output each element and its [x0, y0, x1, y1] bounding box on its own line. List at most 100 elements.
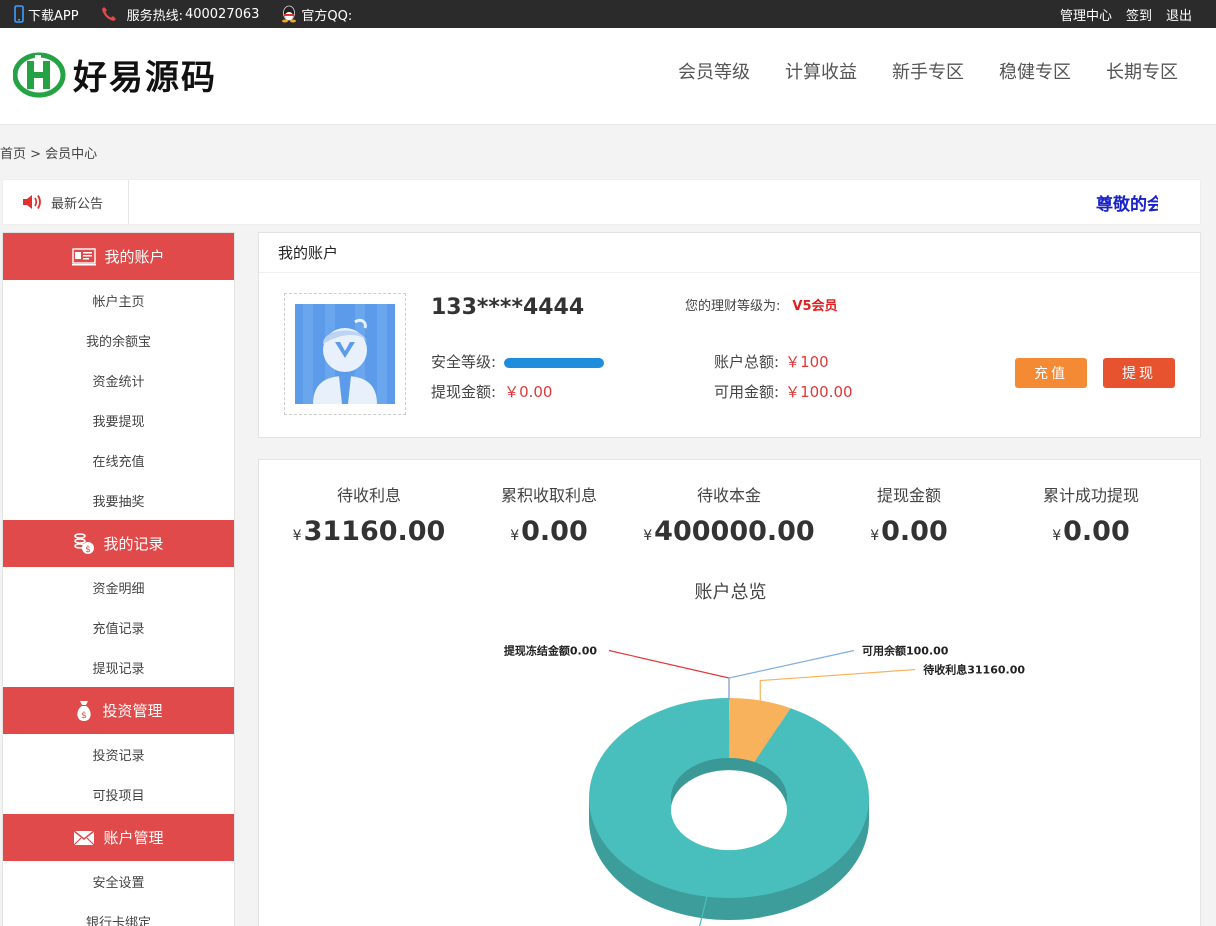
sidebar-item-recharge[interactable]: 在线充值 — [3, 440, 234, 480]
sidebar-item-lottery[interactable]: 我要抽奖 — [3, 480, 234, 520]
top-bar: 下载APP 服务热线: 400027063 官方QQ: 管理中心 签到 退出 — [0, 0, 1216, 28]
sidebar-item-bank-card[interactable]: 银行卡绑定 — [3, 901, 234, 926]
sidebar-item-fund-stats[interactable]: 资金统计 — [3, 360, 234, 400]
site-logo[interactable]: 好易源码 — [13, 50, 217, 99]
logo-mark-icon — [13, 52, 66, 97]
sidebar-section-title: 我的账户 — [104, 248, 165, 266]
sign-in-link[interactable]: 签到 — [1126, 5, 1152, 24]
security-level: 安全等级: — [431, 351, 605, 372]
vip-avatar-icon — [295, 304, 395, 404]
stat-pending-principal: 待收本金 ¥400000.00 — [639, 482, 819, 547]
currency-symbol: ¥ — [510, 528, 520, 544]
security-level-bar — [504, 357, 605, 368]
stat-total-withdrawn: 累计成功提现 ¥0.00 — [1001, 482, 1181, 547]
sidebar-item-recharge-records[interactable]: 充值记录 — [3, 607, 234, 647]
sidebar-item-available-projects[interactable]: 可投项目 — [3, 774, 234, 814]
account-panel-title: 我的账户 — [259, 233, 1200, 273]
sidebar-item-invest-records[interactable]: 投资记录 — [3, 734, 234, 774]
stat-label: 累计成功提现 — [1042, 486, 1139, 505]
stat-pending-interest: 待收利息 ¥31160.00 — [279, 482, 459, 547]
account-total: 账户总额: ￥100 — [714, 351, 829, 372]
telephone-icon — [101, 7, 116, 21]
member-level-label: 您的理财等级为: — [685, 299, 781, 314]
qq-penguin-icon — [282, 5, 297, 23]
stats-panel: 待收利息 ¥31160.00 累积收取利息 ¥0.00 待收本金 ¥400000… — [258, 459, 1201, 926]
svg-text:$: $ — [86, 545, 92, 555]
stat-number: 0.00 — [521, 516, 588, 547]
sidebar-section-title: 我的记录 — [103, 535, 164, 553]
hotline-label: 服务热线: — [126, 8, 183, 24]
available-amount-value: ￥100.00 — [785, 383, 853, 401]
currency-symbol: ¥ — [1052, 528, 1062, 544]
logo-text: 好易源码 — [73, 58, 217, 98]
sidebar-section-investment[interactable]: $ 投资管理 — [3, 687, 234, 734]
sidebar-section-title: 投资管理 — [102, 702, 163, 720]
stat-value: ¥0.00 — [1001, 516, 1181, 547]
member-level-value: V5会员 — [792, 299, 838, 314]
sidebar-item-balance-treasure[interactable]: 我的余额宝 — [3, 320, 234, 360]
available-amount-label: 可用金额: — [714, 383, 780, 401]
currency-symbol: ¥ — [870, 528, 880, 544]
notice-marquee[interactable]: 尊敬的会员 — [1096, 180, 1158, 224]
donut-label: 可用余额100.00 — [862, 644, 949, 658]
qq-info: 官方QQ: — [281, 5, 352, 24]
site-header: 好易源码 会员等级 计算收益 新手专区 稳健专区 长期专区 — [0, 28, 1216, 125]
stat-label: 待收本金 — [696, 486, 761, 505]
breadcrumb: 首页 > 会员中心 — [0, 147, 98, 162]
stat-label: 提现金额 — [876, 486, 941, 505]
notice-text: 尊敬的会员 — [1096, 194, 1158, 215]
sidebar-section-my-account[interactable]: 我的账户 — [3, 233, 234, 280]
currency-symbol: ¥ — [643, 528, 653, 544]
withdraw-button[interactable]: 提现 — [1103, 358, 1175, 388]
sidebar-item-withdraw-records[interactable]: 提现记录 — [3, 647, 234, 687]
nav-steady-zone[interactable]: 稳健专区 — [999, 58, 1071, 84]
sidebar-item-account-home[interactable]: 帐户主页 — [3, 280, 234, 320]
currency-symbol: ¥ — [292, 528, 302, 544]
donut-hole — [671, 770, 787, 851]
sidebar-section-my-records[interactable]: $ 我的记录 — [3, 520, 234, 567]
notice-label: 最新公告 — [51, 196, 104, 212]
sidebar-item-fund-details[interactable]: 资金明细 — [3, 567, 234, 607]
sidebar-item-security-settings[interactable]: 安全设置 — [3, 861, 234, 901]
stat-number: 400000.00 — [654, 516, 815, 547]
download-app-label: 下载APP — [28, 8, 79, 24]
stat-label: 累积收取利息 — [500, 486, 597, 505]
coins-icon: $ — [74, 532, 95, 555]
svg-text:$: $ — [82, 711, 88, 721]
admin-center-link[interactable]: 管理中心 — [1060, 5, 1112, 24]
download-app-link[interactable]: 下载APP — [14, 5, 79, 24]
donut-label: 提现冻结金额0.00 — [504, 644, 597, 658]
stat-number: 0.00 — [881, 516, 948, 547]
account-card-icon — [72, 247, 97, 265]
speaker-icon — [23, 195, 41, 209]
sidebar-section-account-manage[interactable]: 账户管理 — [3, 814, 234, 861]
stat-label: 待收利息 — [336, 486, 401, 505]
avatar-frame — [284, 293, 406, 415]
nav-calc-income[interactable]: 计算收益 — [785, 58, 857, 84]
hotline-number: 400027063 — [184, 6, 260, 22]
available-amount: 可用金额: ￥100.00 — [714, 381, 853, 402]
recharge-button[interactable]: 充值 — [1015, 358, 1087, 388]
withdraw-amount-value: ￥0.00 — [504, 383, 553, 401]
qq-label: 官方QQ: — [301, 8, 353, 24]
stat-withdraw-amount: 提现金额 ¥0.00 — [819, 482, 999, 547]
sidebar-section-title: 账户管理 — [103, 829, 164, 847]
logout-link[interactable]: 退出 — [1166, 5, 1192, 24]
sidebar-item-withdraw[interactable]: 我要提现 — [3, 400, 234, 440]
stat-value: ¥0.00 — [459, 516, 639, 547]
stat-accumulated-interest: 累积收取利息 ¥0.00 — [459, 482, 639, 547]
account-total-label: 账户总额: — [714, 353, 780, 371]
account-total-value: ￥100 — [785, 353, 829, 371]
avatar[interactable] — [295, 304, 395, 404]
nav-newbie-zone[interactable]: 新手专区 — [892, 58, 964, 84]
withdraw-amount-label: 提现金额: — [431, 383, 497, 401]
notice-label-box: 最新公告 — [3, 180, 129, 224]
sidebar: 我的账户 帐户主页 我的余额宝 资金统计 我要提现 在线充值 我要抽奖 $ 我的… — [2, 232, 235, 926]
envelope-icon — [74, 829, 95, 845]
nav-longterm-zone[interactable]: 长期专区 — [1106, 58, 1178, 84]
stat-value: ¥31160.00 — [279, 516, 459, 547]
withdraw-amount: 提现金额: ￥0.00 — [431, 381, 552, 402]
nav-member-level[interactable]: 会员等级 — [678, 58, 750, 84]
donut-leader-line — [608, 649, 730, 700]
phone-icon — [14, 5, 24, 23]
